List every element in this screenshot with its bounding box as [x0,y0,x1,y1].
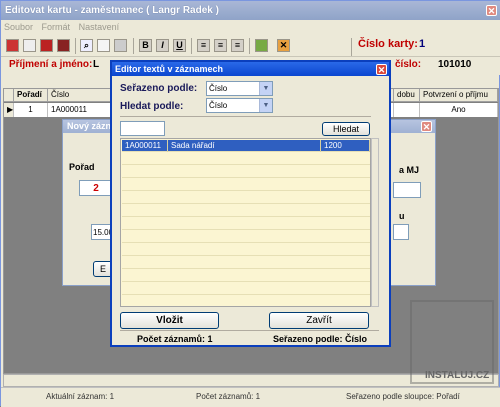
row-pointer-icon: ▶ [4,103,14,117]
list-item-empty [122,166,370,178]
toolbar-separator [351,38,352,56]
text-editor-title: Editor textů v záznamech [112,62,389,76]
editor-sorted-by: Seřazeno podle: Číslo [273,334,368,344]
list-item-code: 1A000011 [122,140,168,152]
list-item-empty [122,218,370,230]
list-item-empty [122,257,370,269]
editor-record-count: Počet záznamů: 1 [137,334,213,344]
table-row-number[interactable]: 1A000011 [48,103,118,117]
toolbar-separator [75,38,76,54]
list-item-empty [122,205,370,217]
right-label: u [399,211,405,221]
main-window-title: Editovat kartu - zaměstnanec ( Langr Rad… [1,1,500,20]
menu-soubor[interactable]: Soubor [1,20,36,34]
grid-header-confirmation[interactable]: Potvrzení o příjmu [420,89,498,102]
sort-label: Seřazeno podle: [120,83,198,94]
toolbar-separator [133,38,134,54]
list-item-empty [122,153,370,165]
list-vertical-scrollbar[interactable] [371,138,379,307]
right-field[interactable] [393,224,409,240]
film-icon[interactable] [57,39,70,52]
toolbar-separator [191,38,192,54]
order-label: Pořad [69,162,95,172]
search-by-label: Hledat podle: [120,101,184,112]
grid-header-period[interactable]: dobu [394,89,420,102]
text-editor-dialog: Editor textů v záznamech ✕ Seřazeno podl… [110,60,391,347]
menu-bar: Soubor Formát Nastavení [1,20,500,35]
table-icon[interactable] [6,39,19,52]
new-record-close-icon[interactable]: ✕ [421,121,432,132]
list-item-empty [122,192,370,204]
table-row-order[interactable]: 1 [14,103,48,117]
price-field[interactable]: 15.00 [91,224,113,240]
chevron-down-icon[interactable]: ▼ [259,99,272,112]
align-left-icon[interactable]: ≡ [197,39,210,52]
list-item[interactable]: 1A000011 Sada nářadí 1200 [122,140,370,152]
status-current-record: Aktuální záznam: 1 [46,392,115,401]
divider [120,330,379,331]
table-row-confirmation[interactable]: Ano [420,103,498,117]
sort-select-value: Číslo [209,84,228,93]
exit-icon[interactable]: ✕ [277,39,290,52]
list-item-number: 1200 [321,140,370,152]
menu-nastaveni[interactable]: Nastavení [76,20,123,34]
card-number-value: 1 [419,38,426,50]
order-field[interactable]: 2 [79,180,113,196]
list-item-name: Sada nářadí [168,140,321,152]
main-close-icon[interactable]: ✕ [486,5,497,16]
personal-number-value: 101010 [438,59,472,70]
name-value: L [93,59,100,70]
chevron-down-icon[interactable]: ▼ [259,82,272,95]
menu-format[interactable]: Formát [39,20,74,34]
records-list[interactable]: 1A000011 Sada nářadí 1200 [120,138,371,307]
align-right-icon[interactable]: ≡ [231,39,244,52]
card-number-label: Číslo karty: [358,38,418,50]
insert-button[interactable]: Vložit [120,312,219,329]
underline-icon[interactable]: U [173,39,186,52]
list-item-empty [122,179,370,191]
toolbar-separator [249,38,250,54]
list-item-empty [122,283,370,295]
sort-select[interactable]: Číslo ▼ [206,81,273,96]
mj-label: a MJ [399,165,420,175]
preview-icon[interactable] [97,39,110,52]
grid-header-order[interactable]: Pořadí [14,89,48,102]
grid-corner [4,89,14,102]
bold-icon[interactable]: B [139,39,152,52]
status-sorted-by: Seřazeno podle sloupce: Pořadí [346,392,460,401]
status-record-count: Počet záznamů: 1 [196,392,261,401]
search-icon[interactable]: ⌕ [80,39,93,52]
divider [120,116,371,117]
name-label: Příjmení a jméno: [9,59,93,70]
status-bar: Aktuální záznam: 1 Počet záznamů: 1 Seřa… [1,387,500,407]
close-button[interactable]: Zavřít [269,312,369,329]
list-item-empty [122,270,370,282]
list-item-empty [122,231,370,243]
italic-icon[interactable]: I [156,39,169,52]
search-by-select[interactable]: Číslo ▼ [206,98,273,113]
users-icon[interactable] [255,39,268,52]
toolbar: ⌕ B I U ≡ ≡ ≡ ✕ [1,35,500,57]
grid-icon[interactable] [40,39,53,52]
grid-header-number[interactable]: Číslo [48,89,118,102]
personal-number-label: číslo: [395,59,422,70]
print-icon[interactable] [114,39,127,52]
table-row-period[interactable] [394,103,420,117]
mj-field[interactable] [393,182,421,198]
text-editor-close-icon[interactable]: ✕ [376,64,387,75]
list-item-empty [122,296,370,308]
watermark-text: INSTALUJ.CZ [425,370,490,381]
search-input[interactable] [120,121,165,136]
search-button[interactable]: Hledat [322,122,370,136]
align-center-icon[interactable]: ≡ [214,39,227,52]
search-by-select-value: Číslo [209,101,228,110]
book-icon[interactable] [23,39,36,52]
list-item-empty [122,244,370,256]
